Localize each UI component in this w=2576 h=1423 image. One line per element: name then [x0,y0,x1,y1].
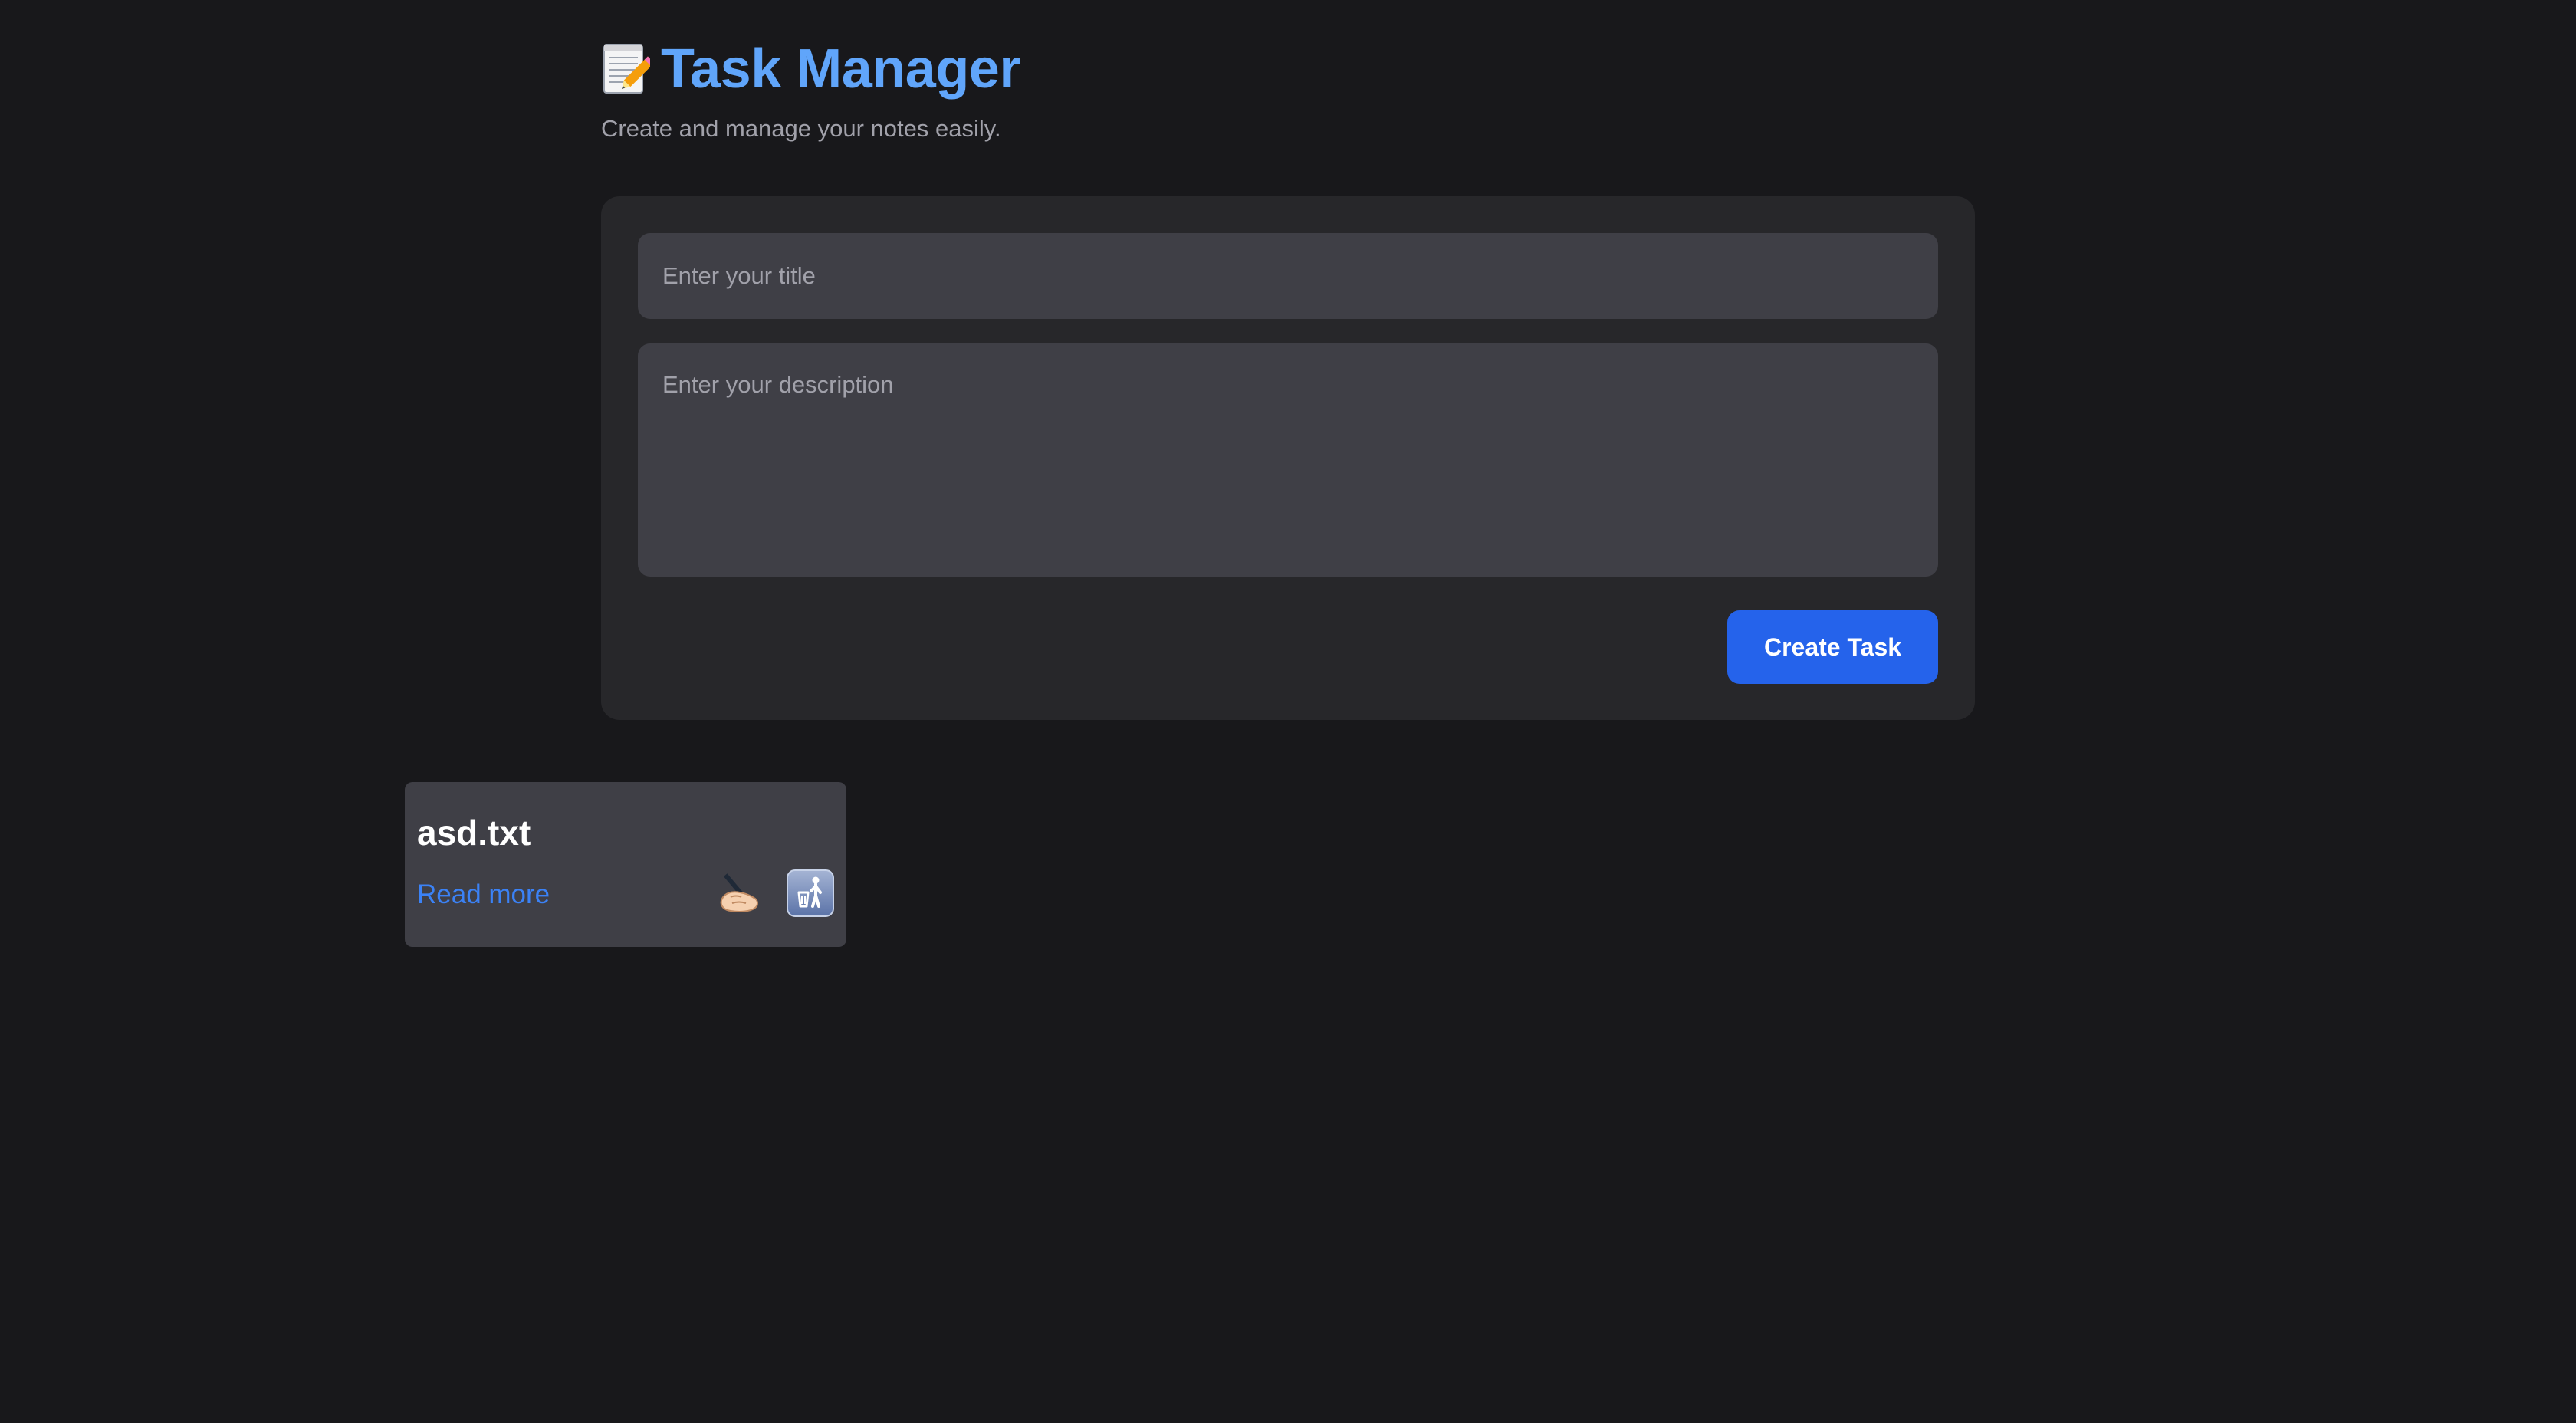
title-row: Task Manager [601,34,1020,104]
create-task-button[interactable]: Create Task [1727,610,1938,684]
header: Task Manager Create and manage your note… [601,34,1020,143]
task-card: asd.txt Read more [405,782,846,947]
page: Task Manager Create and manage your note… [0,0,2576,1423]
title-input[interactable] [638,233,1938,319]
task-title: asd.txt [417,813,531,853]
description-input[interactable] [638,343,1938,577]
read-more-link[interactable]: Read more [417,877,550,912]
app-title: Task Manager [661,38,1020,100]
memo-icon [601,42,655,96]
app-subtitle: Create and manage your notes easily. [601,115,1001,142]
writing-hand-icon[interactable] [717,869,766,917]
task-form: Create Task [601,196,1975,720]
trash-icon[interactable] [787,869,834,917]
